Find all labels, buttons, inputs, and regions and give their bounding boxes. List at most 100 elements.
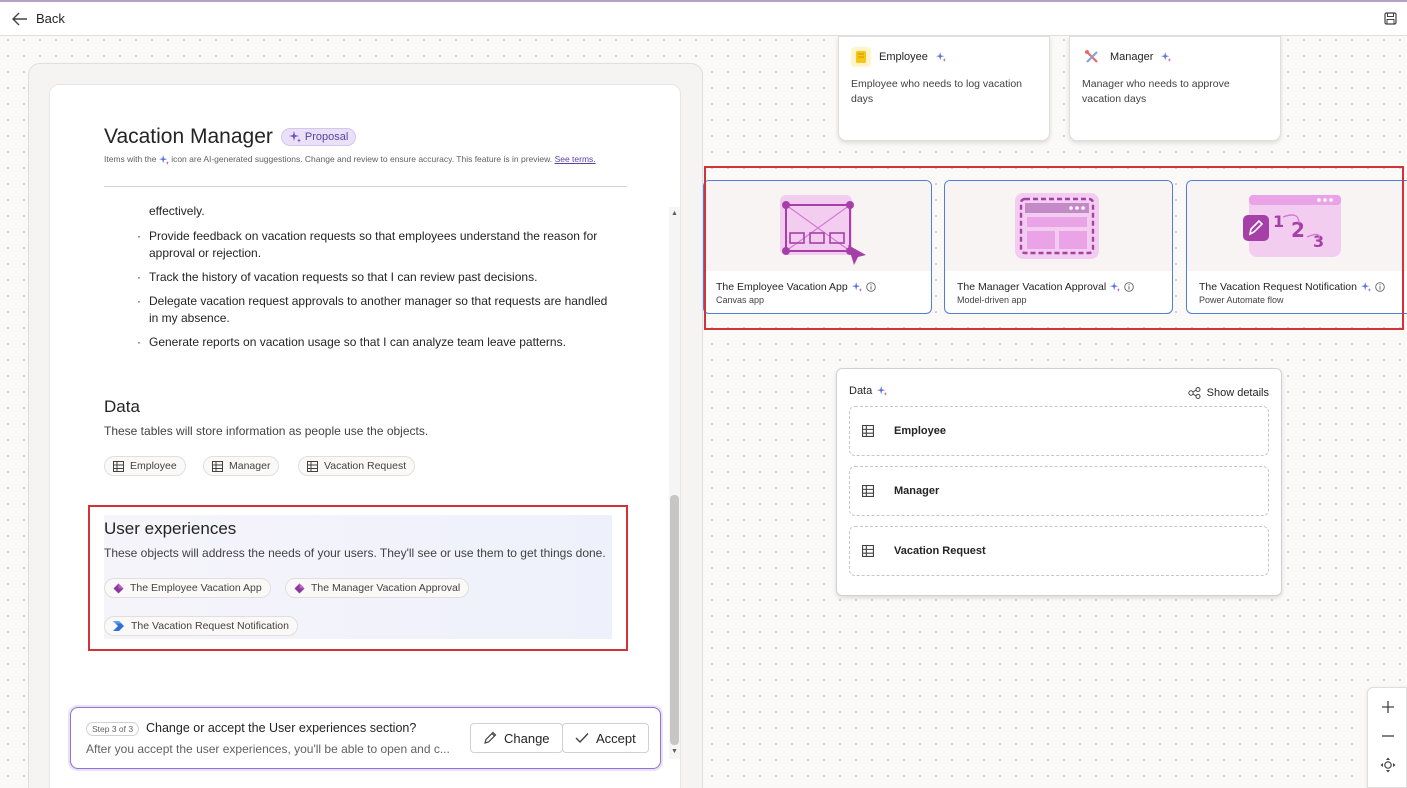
table-chip-vacation-request[interactable]: Vacation Request bbox=[298, 456, 416, 476]
persona-header: Manager bbox=[1082, 47, 1172, 67]
chip-label: Employee bbox=[130, 460, 177, 472]
step-indicator: Step 3 of 3 bbox=[86, 722, 140, 736]
fit-view-button[interactable] bbox=[1377, 754, 1399, 776]
sparkle-icon bbox=[1110, 282, 1121, 292]
page-title-row: Vacation Manager Proposal bbox=[104, 125, 357, 149]
share-nodes-icon bbox=[1187, 387, 1201, 399]
chip-label: The Manager Vacation Approval bbox=[311, 582, 461, 594]
app-card-employee-vacation-app[interactable]: The Employee Vacation App Canvas app bbox=[703, 180, 932, 314]
fit-view-icon bbox=[1380, 757, 1396, 773]
top-bar: Back bbox=[0, 0, 1407, 36]
ux-chip-employee-app[interactable]: The Employee Vacation App bbox=[104, 578, 271, 598]
persona-name: Manager bbox=[1110, 51, 1154, 63]
sparkle-icon bbox=[877, 386, 888, 396]
data-row-label: Vacation Request bbox=[894, 545, 986, 557]
accept-button[interactable]: Accept bbox=[562, 723, 649, 753]
table-icon bbox=[307, 460, 318, 472]
change-button[interactable]: Change bbox=[470, 723, 563, 753]
info-icon[interactable] bbox=[1124, 282, 1134, 292]
info-icon[interactable] bbox=[865, 282, 876, 292]
data-row-label: Manager bbox=[894, 485, 940, 497]
see-terms-link[interactable]: See terms. bbox=[555, 154, 596, 164]
sparkle-icon bbox=[851, 282, 862, 292]
sparkle-icon bbox=[1360, 282, 1371, 292]
table-chip-manager[interactable]: Manager bbox=[203, 456, 280, 476]
data-section-title: Data bbox=[104, 397, 140, 416]
persona-header: Employee bbox=[851, 47, 946, 67]
ai-note: Items with the icon are AI-generated sug… bbox=[104, 154, 596, 165]
data-row-label: Employee bbox=[894, 425, 946, 437]
svg-text:1: 1 bbox=[1273, 212, 1284, 231]
app-name-row: The Employee Vacation App bbox=[716, 281, 876, 293]
bullet: · bbox=[137, 294, 141, 308]
show-details-button[interactable]: Show details bbox=[1187, 387, 1269, 399]
table-chip-employee[interactable]: Employee bbox=[104, 456, 186, 476]
ux-section-title: User experiences bbox=[104, 519, 237, 538]
app-card-manager-vacation-approval[interactable]: The Manager Vacation Approval Model-driv… bbox=[944, 180, 1173, 314]
data-row-manager[interactable]: Manager bbox=[849, 466, 1269, 516]
sparkle-icon bbox=[1161, 52, 1172, 62]
list-item: · Delegate vacation request approvals to … bbox=[104, 293, 614, 327]
proposal-badge-label: Proposal bbox=[304, 131, 349, 143]
ai-note-post: icon are AI-generated suggestions. Chang… bbox=[171, 154, 553, 164]
page-title: Vacation Manager bbox=[104, 125, 273, 148]
data-row-employee[interactable]: Employee bbox=[849, 406, 1269, 456]
info-icon[interactable] bbox=[1375, 282, 1385, 292]
ux-chip-request-notification[interactable]: The Vacation Request Notification bbox=[104, 616, 298, 636]
model-driven-app-illustration bbox=[945, 181, 1172, 271]
persona-name: Employee bbox=[879, 51, 928, 63]
step-bar: Step 3 of 3 Change or accept the User ex… bbox=[70, 707, 661, 769]
power-automate-icon bbox=[113, 621, 125, 631]
scrollbar-thumb[interactable] bbox=[670, 495, 679, 745]
app-name-row: The Vacation Request Notification bbox=[1199, 281, 1385, 293]
persona-card-manager[interactable]: Manager Manager who needs to approve vac… bbox=[1069, 36, 1281, 141]
app-card-vacation-request-notification[interactable]: 1 2 3 The Vacation Request Notification … bbox=[1186, 180, 1407, 314]
back-label: Back bbox=[36, 11, 65, 26]
scroll-down-arrow[interactable]: ▼ bbox=[671, 748, 678, 755]
back-button[interactable]: Back bbox=[12, 11, 65, 26]
zoom-out-button[interactable] bbox=[1377, 725, 1399, 747]
step-subtext: After you accept the user experiences, y… bbox=[86, 742, 449, 756]
checkmark-icon bbox=[575, 732, 589, 744]
story-text: effectively. bbox=[149, 204, 205, 218]
flow-illustration: 1 2 3 bbox=[1187, 181, 1407, 271]
table-icon bbox=[862, 425, 874, 437]
power-apps-icon bbox=[113, 583, 124, 594]
chip-label: The Employee Vacation App bbox=[130, 582, 262, 594]
app-type: Power Automate flow bbox=[1199, 295, 1284, 305]
data-section-desc: These tables will store information as p… bbox=[104, 424, 429, 438]
list-item: effectively. bbox=[104, 203, 614, 220]
plus-icon bbox=[1381, 700, 1395, 714]
scroll-up-arrow[interactable]: ▲ bbox=[671, 210, 678, 217]
zoom-in-button[interactable] bbox=[1377, 696, 1399, 718]
change-label: Change bbox=[504, 730, 550, 746]
show-details-label: Show details bbox=[1206, 387, 1269, 399]
table-icon bbox=[113, 460, 124, 472]
step-question: Change or accept the User experiences se… bbox=[146, 721, 417, 735]
minus-icon bbox=[1381, 729, 1395, 743]
data-panel: Data Show details Employee Manager Vacat… bbox=[836, 368, 1282, 596]
data-row-vacation-request[interactable]: Vacation Request bbox=[849, 526, 1269, 576]
sparkle-icon bbox=[158, 154, 169, 165]
persona-desc: Employee who needs to log vacation days bbox=[851, 78, 1023, 105]
table-icon bbox=[212, 460, 223, 472]
bullet: · bbox=[137, 270, 141, 284]
app-name: The Vacation Request Notification bbox=[1199, 281, 1357, 293]
arrow-left-icon bbox=[12, 12, 28, 26]
story-text: Generate reports on vacation usage so th… bbox=[149, 335, 566, 349]
sparkle-icon bbox=[288, 131, 301, 143]
accept-label: Accept bbox=[596, 730, 636, 746]
ux-chip-manager-approval[interactable]: The Manager Vacation Approval bbox=[285, 578, 470, 598]
proposal-panel: Vacation Manager Proposal Items with the… bbox=[49, 84, 681, 788]
table-icon bbox=[862, 545, 874, 557]
list-item: · Track the history of vacation requests … bbox=[104, 269, 614, 286]
save-icon[interactable] bbox=[1384, 12, 1397, 25]
user-stories-list: effectively. · Provide feedback on vacati… bbox=[104, 203, 614, 358]
story-text: Track the history of vacation requests s… bbox=[149, 270, 538, 284]
persona-desc: Manager who needs to approve vacation da… bbox=[1082, 78, 1230, 105]
chip-label: Manager bbox=[229, 460, 271, 472]
app-name-row: The Manager Vacation Approval bbox=[957, 281, 1134, 293]
persona-card-employee[interactable]: Employee Employee who needs to log vacat… bbox=[838, 36, 1050, 141]
list-item: · Provide feedback on vacation requests s… bbox=[104, 228, 614, 262]
app-name: The Employee Vacation App bbox=[716, 281, 848, 293]
